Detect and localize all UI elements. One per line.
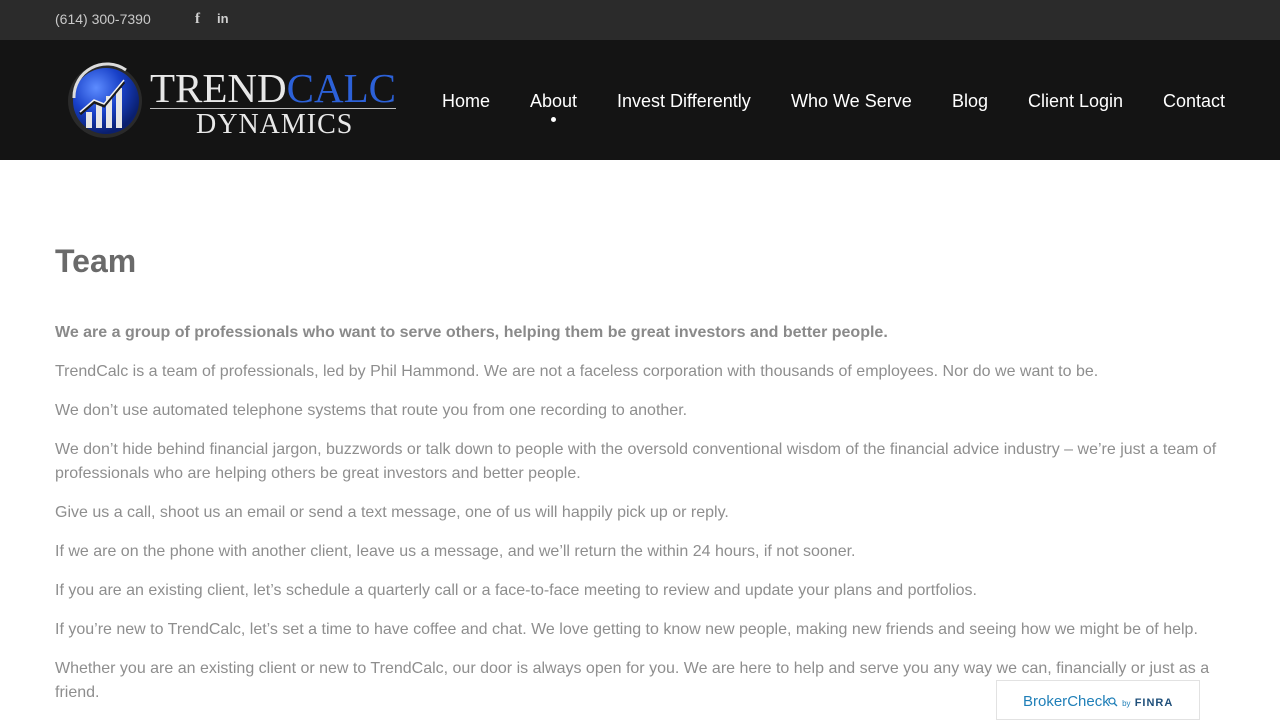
nav-active-indicator: [551, 117, 556, 122]
content-paragraph: We don’t use automated telephone systems…: [55, 402, 688, 419]
content-paragraph: Give us a call, shoot us an email or sen…: [55, 504, 729, 521]
nav-about[interactable]: About: [530, 91, 577, 112]
nav-invest-differently[interactable]: Invest Differently: [617, 91, 751, 112]
nav-contact[interactable]: Contact: [1163, 91, 1225, 112]
site-logo[interactable]: TRENDCALC DYNAMICS: [66, 62, 401, 142]
finra-logo-text: FINRA: [1134, 697, 1174, 709]
page-title: Team: [55, 243, 137, 279]
brokercheck-badge[interactable]: BrokerCheck by FINRA: [996, 680, 1200, 720]
magnifier-icon: [1108, 697, 1118, 707]
content-paragraph: We don’t hide behind financial jargon, b…: [55, 441, 1217, 482]
top-bar: (614) 300-7390 f in: [0, 0, 1280, 40]
linkedin-icon[interactable]: in: [217, 11, 229, 27]
brokercheck-broker-text: Broker: [1023, 693, 1068, 710]
content-paragraph: TrendCalc is a team of professionals, le…: [55, 363, 1099, 380]
content-paragraph: If you are an existing client, let’s sch…: [55, 582, 977, 599]
nav-client-login[interactable]: Client Login: [1028, 91, 1123, 112]
facebook-icon[interactable]: f: [195, 11, 200, 27]
content-paragraph: If we are on the phone with another clie…: [55, 543, 856, 560]
logo-word-dynamics: DYNAMICS: [196, 109, 354, 140]
content-paragraph: If you’re new to TrendCalc, let’s set a …: [55, 621, 1198, 638]
globe-chart-icon: [68, 62, 142, 138]
nav-home[interactable]: Home: [442, 91, 490, 112]
brokercheck-by-text: by: [1122, 699, 1131, 708]
logo-word-trend: TREND: [150, 65, 287, 111]
site-header: TRENDCALC DYNAMICS Home About Invest Dif…: [0, 40, 1280, 160]
brokercheck-check-text: Check: [1067, 693, 1110, 710]
nav-who-we-serve[interactable]: Who We Serve: [791, 91, 912, 112]
nav-blog[interactable]: Blog: [952, 91, 988, 112]
lead-paragraph: We are a group of professionals who want…: [55, 324, 888, 341]
phone-number[interactable]: (614) 300-7390: [55, 11, 151, 27]
brokercheck-logo: BrokerCheck by FINRA: [1023, 693, 1173, 710]
logo-word-calc: CALC: [286, 65, 397, 111]
logo-wordmark: TRENDCALC: [150, 66, 396, 110]
